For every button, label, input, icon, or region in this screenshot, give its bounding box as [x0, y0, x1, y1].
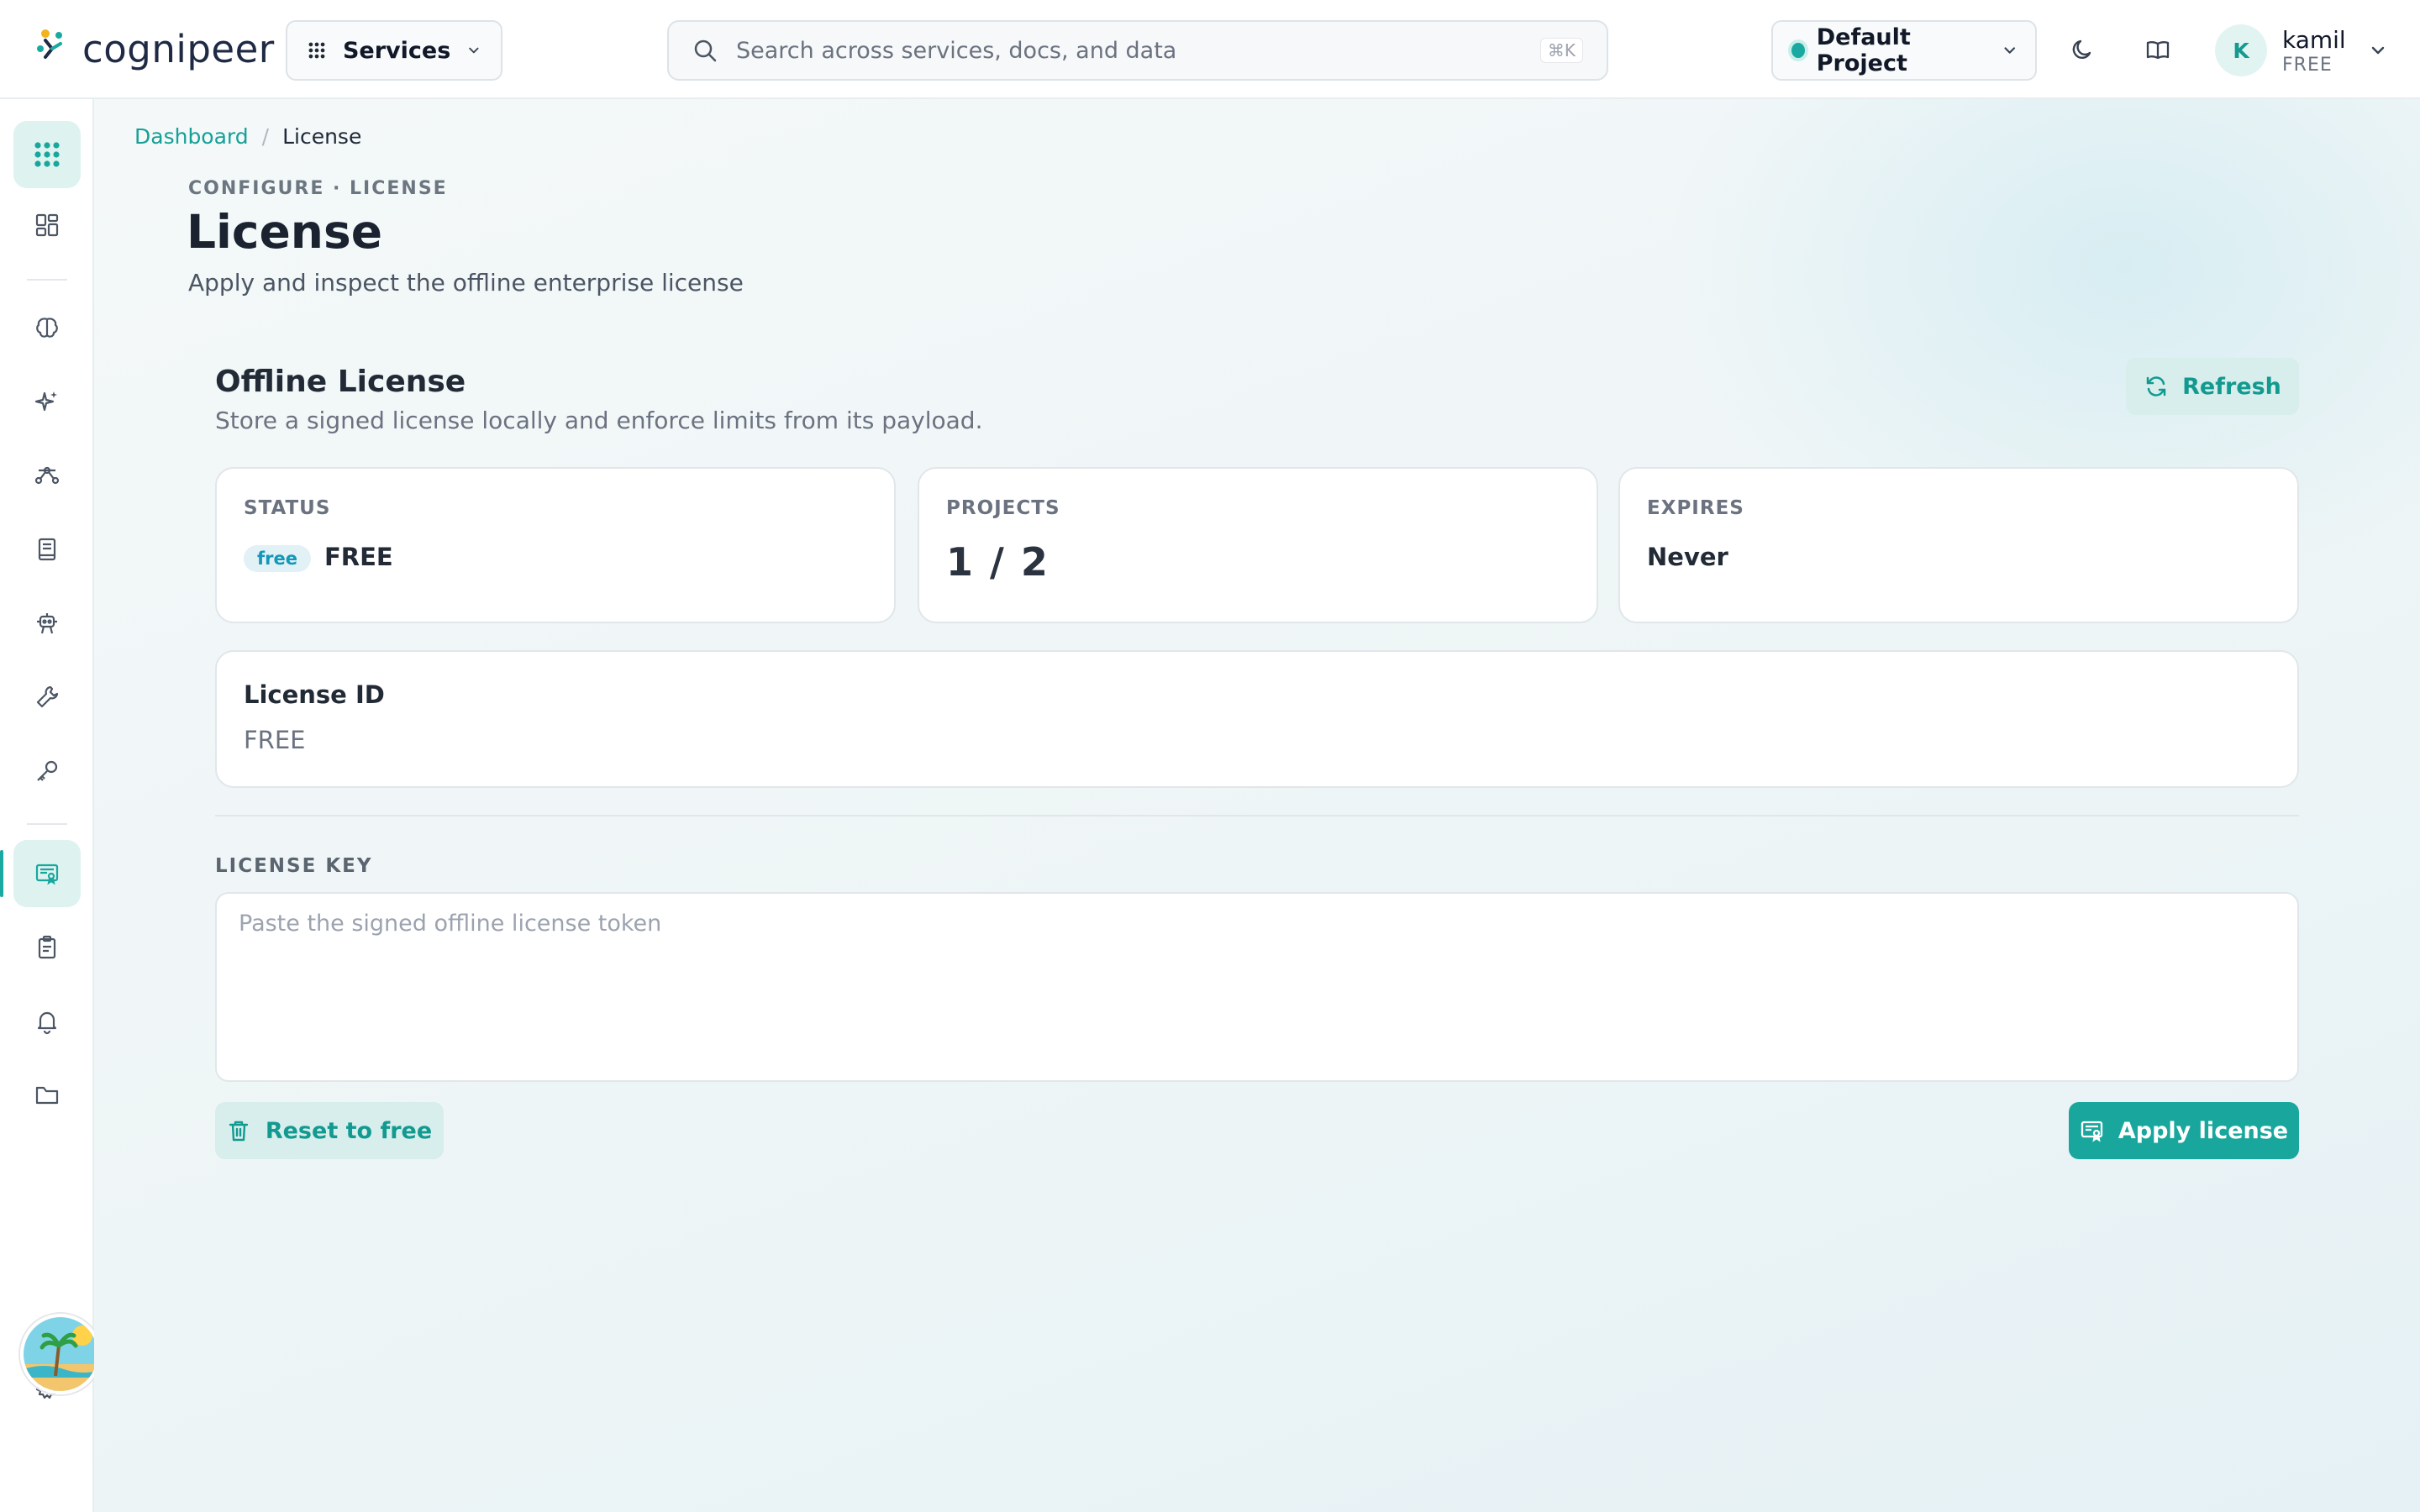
reset-label: Reset to free: [265, 1117, 433, 1144]
license-icon: [2081, 1121, 2103, 1142]
search-shortcut-hint: ⌘K: [1539, 38, 1583, 63]
sidebar-item-license[interactable]: [13, 840, 81, 907]
sparkles-icon: [34, 391, 57, 412]
apply-license-button[interactable]: Apply license: [2069, 1102, 2299, 1159]
status-badge: free: [244, 545, 311, 572]
project-status-dot: [1791, 43, 1805, 58]
brand-name: cognipeer: [82, 26, 275, 71]
status-value-row: free FREE: [244, 543, 393, 572]
avatar: K: [2215, 24, 2267, 76]
status-label: STATUS: [244, 497, 331, 519]
top-bar: cognipeer Services Search across service…: [0, 0, 2420, 99]
projects-value: 1 / 2: [946, 539, 1050, 585]
license-key-input[interactable]: [215, 892, 2299, 1082]
refresh-button[interactable]: Refresh: [2126, 358, 2299, 415]
sidebar-item-keys[interactable]: [13, 738, 81, 805]
book-open-icon: [2146, 41, 2170, 60]
sidebar-item-models[interactable]: [13, 294, 81, 361]
sidebar-divider: [27, 823, 67, 825]
chevron-down-icon: [469, 47, 479, 54]
route-icon: [34, 466, 60, 485]
search-icon: [694, 39, 717, 62]
apply-label: Apply license: [2118, 1117, 2289, 1144]
bell-icon: [37, 1011, 57, 1035]
status-card: STATUS free FREE: [215, 467, 896, 623]
apps-grid-icon: [34, 142, 60, 167]
section-divider: [215, 815, 2299, 816]
license-id-value: FREE: [244, 726, 306, 754]
robot-icon: [37, 613, 57, 634]
main-content: Dashboard / License CONFIGURE · LICENSE …: [94, 99, 2420, 1512]
project-name: Default Project: [1816, 24, 1911, 76]
brain-icon: [36, 318, 58, 338]
services-menu-button[interactable]: Services: [286, 20, 502, 81]
section-subtitle: Store a signed license locally and enfor…: [215, 407, 983, 434]
theme-toggle-button[interactable]: [2064, 30, 2102, 69]
page-title: License: [187, 205, 382, 259]
reset-to-free-button[interactable]: Reset to free: [215, 1102, 444, 1159]
breadcrumb: Dashboard / License: [134, 124, 361, 149]
sidebar-item-tasks[interactable]: [13, 914, 81, 981]
user-menu[interactable]: K kamil FREE: [2215, 20, 2386, 81]
docs-button[interactable]: [2139, 30, 2177, 69]
sidebar-item-ai[interactable]: [13, 368, 81, 435]
status-value: FREE: [324, 543, 393, 571]
global-search[interactable]: Search across services, docs, and data ⌘…: [667, 20, 1608, 81]
projects-label: PROJECTS: [946, 497, 1060, 519]
user-plan: FREE: [2282, 54, 2333, 76]
workspace-avatar[interactable]: [20, 1314, 101, 1394]
license-icon: [35, 864, 59, 885]
expires-card: EXPIRES Never: [1618, 467, 2299, 623]
breadcrumb-link-dashboard[interactable]: Dashboard: [134, 124, 249, 149]
expires-value: Never: [1647, 543, 1728, 571]
moon-icon: [2072, 39, 2091, 59]
breadcrumb-separator: /: [261, 124, 270, 149]
chevron-down-icon: [2371, 46, 2384, 55]
section-title: Offline License: [215, 365, 466, 399]
sidebar-item-dashboard[interactable]: [13, 192, 81, 259]
book-icon: [38, 538, 56, 561]
brand-mark-icon: [37, 29, 62, 59]
license-id-card: License ID FREE: [215, 650, 2299, 788]
refresh-icon: [2146, 376, 2166, 396]
project-selector[interactable]: Default Project: [1771, 20, 2037, 81]
page-subtitle: Apply and inspect the offline enterprise…: [188, 269, 744, 297]
license-id-label: License ID: [244, 680, 385, 709]
page-eyebrow: CONFIGURE · LICENSE: [188, 178, 448, 199]
sidebar-item-flows[interactable]: [13, 442, 81, 509]
expires-label: EXPIRES: [1647, 497, 1744, 519]
breadcrumb-current: License: [282, 124, 362, 149]
apps-grid-icon: [308, 42, 325, 59]
sidebar-item-tools[interactable]: [13, 664, 81, 731]
license-key-label: LICENSE KEY: [215, 855, 373, 877]
sidebar-item-notifications[interactable]: [13, 988, 81, 1055]
sidebar-divider: [27, 279, 67, 281]
user-name: kamil: [2282, 25, 2346, 54]
search-input[interactable]: Search across services, docs, and data: [736, 38, 1522, 64]
dashboard-icon: [35, 213, 59, 237]
key-icon: [37, 760, 58, 781]
user-info: kamil FREE: [2282, 26, 2346, 76]
chevron-down-icon: [2003, 47, 2015, 54]
tools-icon: [36, 685, 59, 708]
folder-icon: [35, 1086, 59, 1105]
sidebar-item-docs[interactable]: [13, 516, 81, 583]
sidebar-item-apps[interactable]: [13, 121, 81, 188]
sidebar: [0, 99, 94, 1512]
services-label: Services: [342, 37, 451, 64]
projects-card: PROJECTS 1 / 2: [918, 467, 1598, 623]
refresh-label: Refresh: [2182, 373, 2281, 400]
sidebar-item-files[interactable]: [13, 1062, 81, 1129]
brand-logo[interactable]: cognipeer: [34, 24, 275, 74]
trash-icon: [229, 1121, 249, 1142]
active-indicator: [0, 850, 3, 897]
sidebar-item-agents[interactable]: [13, 590, 81, 657]
clipboard-icon: [38, 935, 56, 959]
